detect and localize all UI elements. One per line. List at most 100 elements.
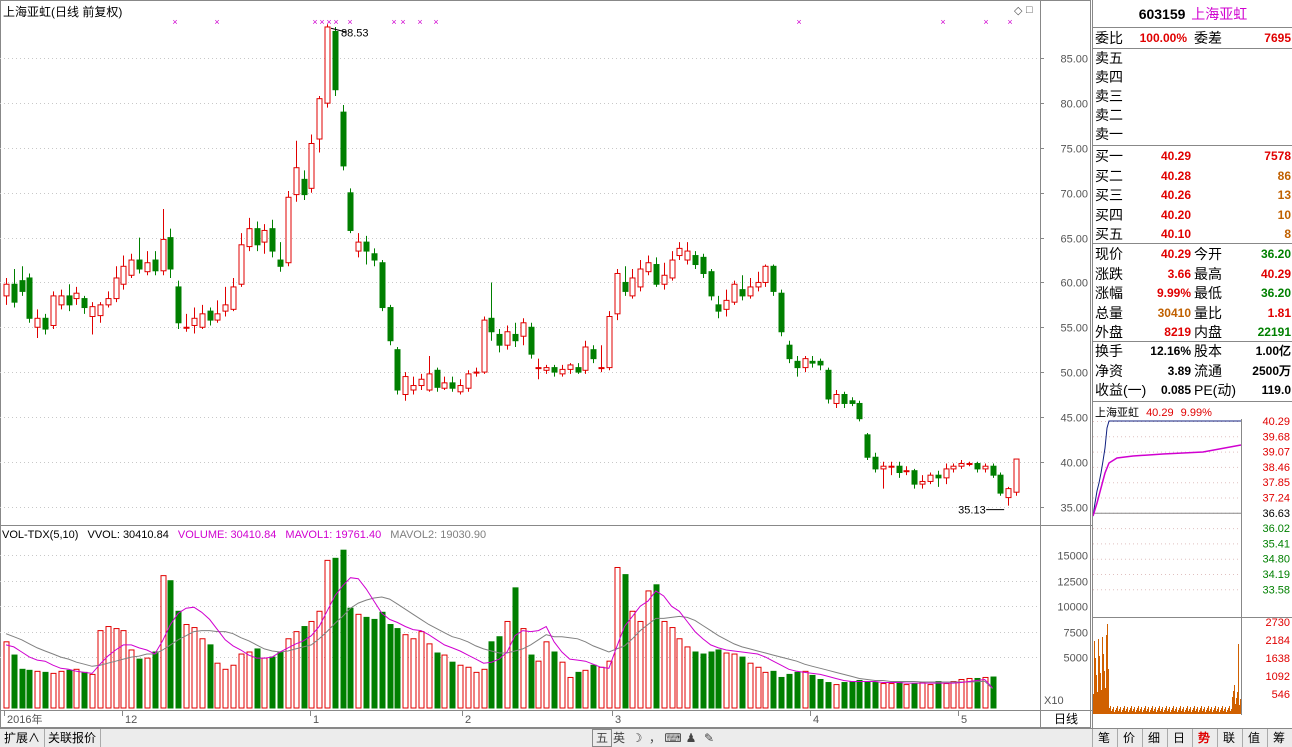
intraday-minichart[interactable]: 40.29 39.68 39.07 38.46 37.85 37.24 36.63 36.02… — [1093, 403, 1292, 718]
candle — [825, 367, 832, 404]
finance-value: 12.16% — [1150, 344, 1191, 358]
date-label: 3 — [615, 714, 621, 726]
candle-body — [864, 434, 871, 458]
candle-body — [575, 367, 582, 373]
mini-price-label: 40.29 — [1262, 416, 1290, 428]
volume-bar — [434, 652, 441, 709]
english-icon[interactable]: 英 — [610, 729, 628, 747]
buy-label: 买二 — [1095, 167, 1123, 184]
candle-body — [911, 470, 918, 485]
candle — [864, 433, 871, 460]
volume-bar — [919, 682, 926, 709]
date-label: 12 — [125, 714, 137, 726]
date-label: 2 — [465, 714, 471, 726]
quote-panel: 603159 上海亚虹 委比 100.00% 委差 7695 卖五 卖四 卖三 卖二卖… — [1092, 0, 1292, 728]
volume-bar — [927, 684, 934, 709]
finance-row: 收益(一) 0.085 PE(动) 119.0 — [1093, 381, 1292, 400]
volume-bar — [888, 683, 895, 709]
candle-body — [723, 299, 730, 310]
candle — [285, 191, 292, 267]
candle-body — [708, 271, 715, 297]
vol-indicator-name[interactable]: VOL-TDX(5,10) — [2, 529, 78, 541]
volume-bar — [19, 668, 26, 709]
volume-bar — [559, 661, 566, 709]
volume-bar — [990, 676, 997, 709]
signal-marker: × — [433, 17, 438, 27]
candle-body — [222, 304, 229, 312]
volume-bar — [66, 669, 73, 709]
candle — [175, 280, 182, 330]
diamond-icon[interactable]: ◇ — [1014, 4, 1022, 17]
moon-icon[interactable]: ☽ — [628, 729, 646, 747]
comma-icon[interactable]: ， — [646, 729, 664, 747]
kline-chart-area[interactable]: 85.00 80.00 75.00 70.00 65.00 60.00 55.00 50.00… — [0, 0, 1092, 728]
volume-bar — [849, 681, 856, 709]
candle — [982, 463, 989, 473]
volume-bar — [543, 641, 550, 709]
candle — [950, 463, 957, 473]
volume-bar — [332, 557, 339, 709]
price-tick-label: 85.00 — [1060, 54, 1088, 66]
candle — [301, 170, 308, 200]
volume-bar — [199, 638, 206, 709]
right-tab-2[interactable]: 细 — [1142, 729, 1165, 747]
volume-bar — [238, 653, 245, 709]
quote-row: 总量 30410 量比 1.81 — [1093, 304, 1292, 323]
weicha-label: 委差 — [1194, 30, 1222, 46]
candle — [1005, 486, 1012, 506]
candle-body — [872, 456, 879, 470]
volume-bar — [355, 613, 362, 709]
right-tab-1[interactable]: 价 — [1117, 729, 1140, 747]
candle-body — [167, 237, 174, 270]
finance-label: 收益(一) — [1095, 382, 1147, 398]
candle-body — [755, 281, 762, 288]
right-tab-5[interactable]: 联 — [1217, 729, 1240, 747]
right-tab-7[interactable]: 筹 — [1267, 729, 1290, 747]
settings-icon[interactable]: ✎ — [700, 729, 718, 747]
candle-body — [19, 280, 26, 292]
candle-body — [582, 346, 589, 371]
five-icon[interactable]: 五 — [592, 729, 612, 747]
candle-body — [770, 265, 777, 292]
candle — [872, 452, 879, 473]
candle-body — [1013, 458, 1020, 493]
candle-body — [269, 228, 276, 252]
tab-expand[interactable]: 扩展∧ — [0, 729, 46, 747]
volume-bar — [105, 626, 112, 709]
volume-bar — [715, 649, 722, 709]
candle-body — [316, 98, 323, 140]
close-icon[interactable]: □ — [1026, 4, 1033, 16]
price-tick-label: 70.00 — [1060, 189, 1088, 201]
buy-label: 买一 — [1095, 148, 1123, 164]
volume-bar — [496, 636, 503, 709]
quote-label: 涨跌 — [1095, 265, 1123, 282]
user-icon[interactable]: ♟ — [682, 729, 700, 747]
webi-row: 委比 100.00% 委差 7695 — [1093, 29, 1292, 48]
mini-price-label: 35.41 — [1262, 538, 1290, 550]
volume-bar — [692, 651, 699, 709]
tab-related-quote[interactable]: 关联报价 — [44, 729, 102, 747]
candle — [347, 188, 354, 234]
candle-body — [230, 286, 237, 310]
kline-svg[interactable]: 85.00 80.00 75.00 70.00 65.00 60.00 55.00 50.00… — [0, 0, 1092, 728]
volume-bar — [809, 674, 816, 709]
keyboard-icon[interactable]: ⌨ — [664, 729, 682, 747]
volume-bar — [911, 683, 918, 709]
sell-label: 卖二 — [1095, 107, 1123, 123]
signal-marker: × — [417, 17, 422, 27]
candle-body — [394, 349, 401, 391]
candle-body — [332, 30, 339, 91]
right-tab-0[interactable]: 笔 — [1092, 729, 1115, 747]
candle — [731, 280, 738, 305]
candle — [42, 313, 49, 335]
right-tab-4[interactable]: 势 — [1192, 729, 1215, 747]
right-tab-3[interactable]: 日 — [1167, 729, 1190, 747]
mini-vol-label: 2184 — [1266, 635, 1290, 647]
volume-bar — [481, 668, 488, 709]
sell-row: 卖二 — [1093, 106, 1292, 125]
quote-row: 现价 40.29 今开 36.20 — [1093, 245, 1292, 264]
buy-row: 买三 40.26 13 — [1093, 186, 1292, 205]
right-tab-6[interactable]: 值 — [1242, 729, 1265, 747]
volume-bar — [97, 630, 104, 709]
candle-body — [700, 256, 707, 274]
